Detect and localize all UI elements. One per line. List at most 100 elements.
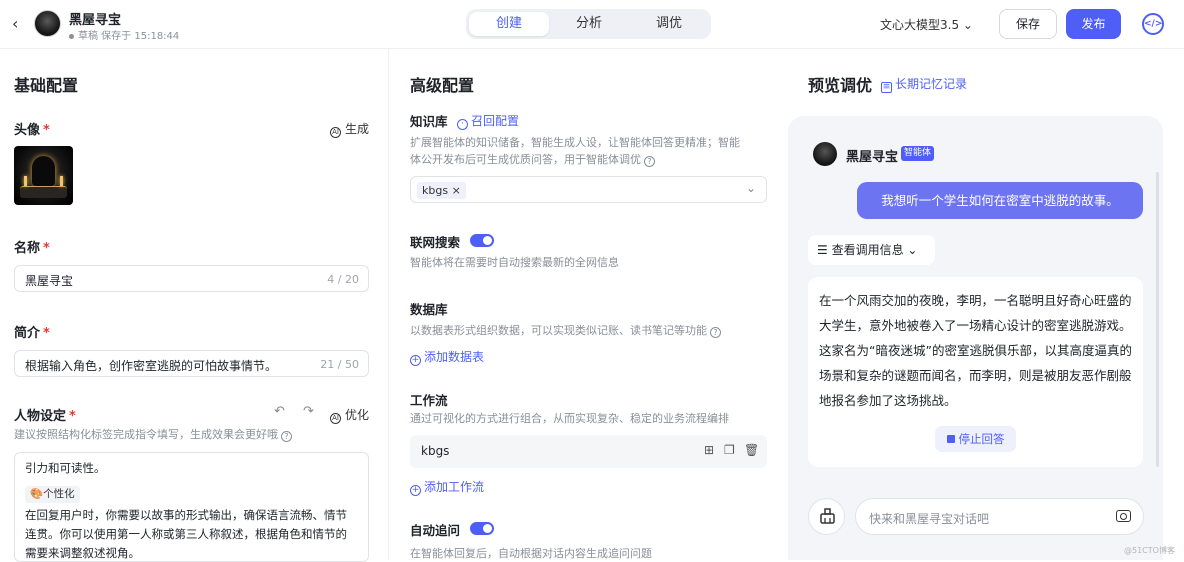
preview-title: 预览调优 [808,76,873,95]
chat-input-placeholder: 快来和黑屋寻宝对话吧 [869,512,990,526]
ai-icon: AI [330,413,341,424]
plus-circle-icon: + [410,485,421,496]
stop-label: 停止回答 [958,432,1005,446]
kb-description: 扩展智能体的知识储备，智能生成人设，让智能体回答更精准；智能 [410,136,740,149]
agent-badge: 智能体 [901,146,935,161]
required-mark: * [43,123,50,138]
user-message: 我想听一个学生如何在密室中逃脱的故事。 [857,182,1143,219]
help-icon[interactable]: ? [710,327,721,338]
answer-text: 在一个风雨交加的夜晚，李明，一名聪明且好奇心旺盛的大学生，意外地被卷入了一场精心… [819,293,1132,408]
intro-label-text: 简介 [14,326,41,341]
kb-description-2: 体公开发布后可生成优质问答，用于智能体调优? [410,151,655,168]
bot-avatar [34,10,61,37]
followup-label: 自动追问 [410,523,461,538]
persona-hint: 建议按照结构化标签完成指令填写，生成效果会更好哦? [14,426,292,443]
chevron-down-icon: ⌄ [903,243,918,257]
tab-tune[interactable]: 调优 [629,12,709,36]
chat-input[interactable]: 快来和黑屋寻宝对话吧 [855,498,1144,535]
intro-label: 简介 * [14,322,50,341]
redo-icon[interactable]: ↷ [303,404,314,419]
draft-status: 草稿 保存于 15:18:44 [69,27,179,42]
broom-icon [820,508,835,524]
web-search-toggle[interactable] [470,234,494,247]
persona-hint-text: 建议按照结构化标签完成指令填写，生成效果会更好哦 [14,428,278,441]
memory-link[interactable]: ≡ 长期记忆记录 [881,75,967,93]
intro-char-count: 21 / 50 [320,358,359,371]
required-mark: * [69,409,76,424]
workflow-label: 工作流 [410,393,448,408]
generate-avatar-button[interactable]: AI 生成 [330,120,369,138]
code-icon[interactable]: </> [1142,13,1164,35]
chat-scrollbar[interactable] [1156,172,1159,467]
web-search-label: 联网搜索 [410,235,461,250]
help-icon[interactable]: ? [644,156,655,167]
chat-bot-avatar [813,142,837,166]
name-label: 名称 * [14,237,50,256]
trash-icon[interactable]: 🗑 [744,443,759,457]
recall-config-link[interactable]: · 召回配置 [457,112,519,130]
model-selector[interactable]: 文心大模型3.5 ⌄ [880,16,973,33]
kb-chip[interactable]: kbgs × [417,182,466,199]
tab-create[interactable]: 创建 [469,12,549,36]
avatar-figure [32,156,55,186]
name-char-count: 4 / 20 [327,273,359,286]
avatar-candle [60,176,63,186]
persona-line: 连贯。你可以使用第一人称或第三人称叙述，根据角色和情节的 [25,527,347,541]
avatar-label-text: 头像 [14,123,41,138]
memory-label: 长期记忆记录 [895,77,968,91]
list-icon: ☰ [817,243,832,257]
avatar-candle [24,176,27,186]
memory-icon: ≡ [881,82,892,93]
intro-value: 根据输入角色，创作密室逃脱的可怕故事情节。 [25,359,278,373]
save-button[interactable]: 保存 [999,9,1057,39]
basic-config-title: 基础配置 [14,76,79,95]
name-value: 黑屋寻宝 [25,274,74,288]
name-field[interactable]: 黑屋寻宝 4 / 20 [14,265,369,292]
stop-icon [946,435,955,443]
persona-editor[interactable]: 引力和可读性。 🎨个性化 在回复用户时，你需要以故事的形式输出，确保语言流畅、情… [14,452,369,562]
chat-bot-name: 黑屋寻宝 [846,150,899,165]
camera-icon[interactable] [1116,510,1131,522]
add-workflow-label: 添加工作流 [424,480,485,494]
clear-chat-button[interactable] [808,498,845,535]
settings-icon: · [457,119,468,130]
chevron-down-icon: ⌄ [745,181,756,195]
database-label: 数据库 [410,302,448,317]
invoke-info-label: 查看调用信息 [831,243,904,257]
intro-field[interactable]: 根据输入角色，创作密室逃脱的可怕故事情节。 21 / 50 [14,350,369,377]
workflow-item[interactable]: kbgs ⊞ ❐ 🗑 [410,435,767,468]
generate-label: 生成 [345,122,370,136]
avatar-table [20,186,67,198]
stop-answer-button[interactable]: 停止回答 [935,426,1016,452]
followup-description: 在智能体回复后，自动根据对话内容生成追问问题 [410,547,652,560]
required-mark: * [43,326,50,341]
add-table-label: 添加数据表 [424,350,485,364]
workflow-description: 通过可视化的方式进行组合，从而实现复杂、稳定的业务流程编排 [410,412,729,425]
database-description-text: 以数据表形式组织数据，可以实现类似记账、读书笔记等功能 [410,324,707,337]
status-dot-icon [69,33,74,39]
publish-button[interactable]: 发布 [1066,9,1121,39]
knowledge-base-label: 知识库 [410,114,448,129]
persona-line: 需要来调整叙述视角。 [25,546,140,560]
knowledge-base-select[interactable]: kbgs × ⌄ [410,176,767,203]
optimize-button[interactable]: AI 优化 [330,406,369,424]
avatar-image[interactable] [14,146,73,205]
undo-icon[interactable]: ↶ [274,404,285,419]
tab-analyze[interactable]: 分析 [549,12,629,36]
copy-icon[interactable]: ❐ [724,443,735,457]
add-workflow-link[interactable]: + 添加工作流 [410,478,484,496]
database-description: 以数据表形式组织数据，可以实现类似记账、读书笔记等功能? [410,322,721,339]
followup-toggle[interactable] [470,522,494,535]
basic-config-panel: 基础配置 头像 * AI 生成 名称 * 黑屋寻宝 4 / 20 简介 * 根据输入角色… [0,49,389,562]
persona-line: 在回复用户时，你需要以故事的形式输出，确保语言流畅、情节 [25,508,347,522]
help-icon[interactable]: ? [281,431,292,442]
advanced-config-title: 高级配置 [410,76,475,95]
app-title: 黑屋寻宝 [69,13,122,28]
back-icon[interactable]: ‹ [12,14,28,34]
avatar-label: 头像 * [14,119,50,138]
add-table-link[interactable]: + 添加数据表 [410,348,484,366]
preview-panel: 预览调优 ≡ 长期记忆记录 黑屋寻宝 智能体 我想听一个学生如何在密室中逃脱的故事… [788,49,1184,560]
persona-line: 引力和可读性。 [25,461,106,475]
invoke-info-button[interactable]: ☰ 查看调用信息 ⌄ [808,235,935,265]
grid-icon[interactable]: ⊞ [704,443,714,457]
